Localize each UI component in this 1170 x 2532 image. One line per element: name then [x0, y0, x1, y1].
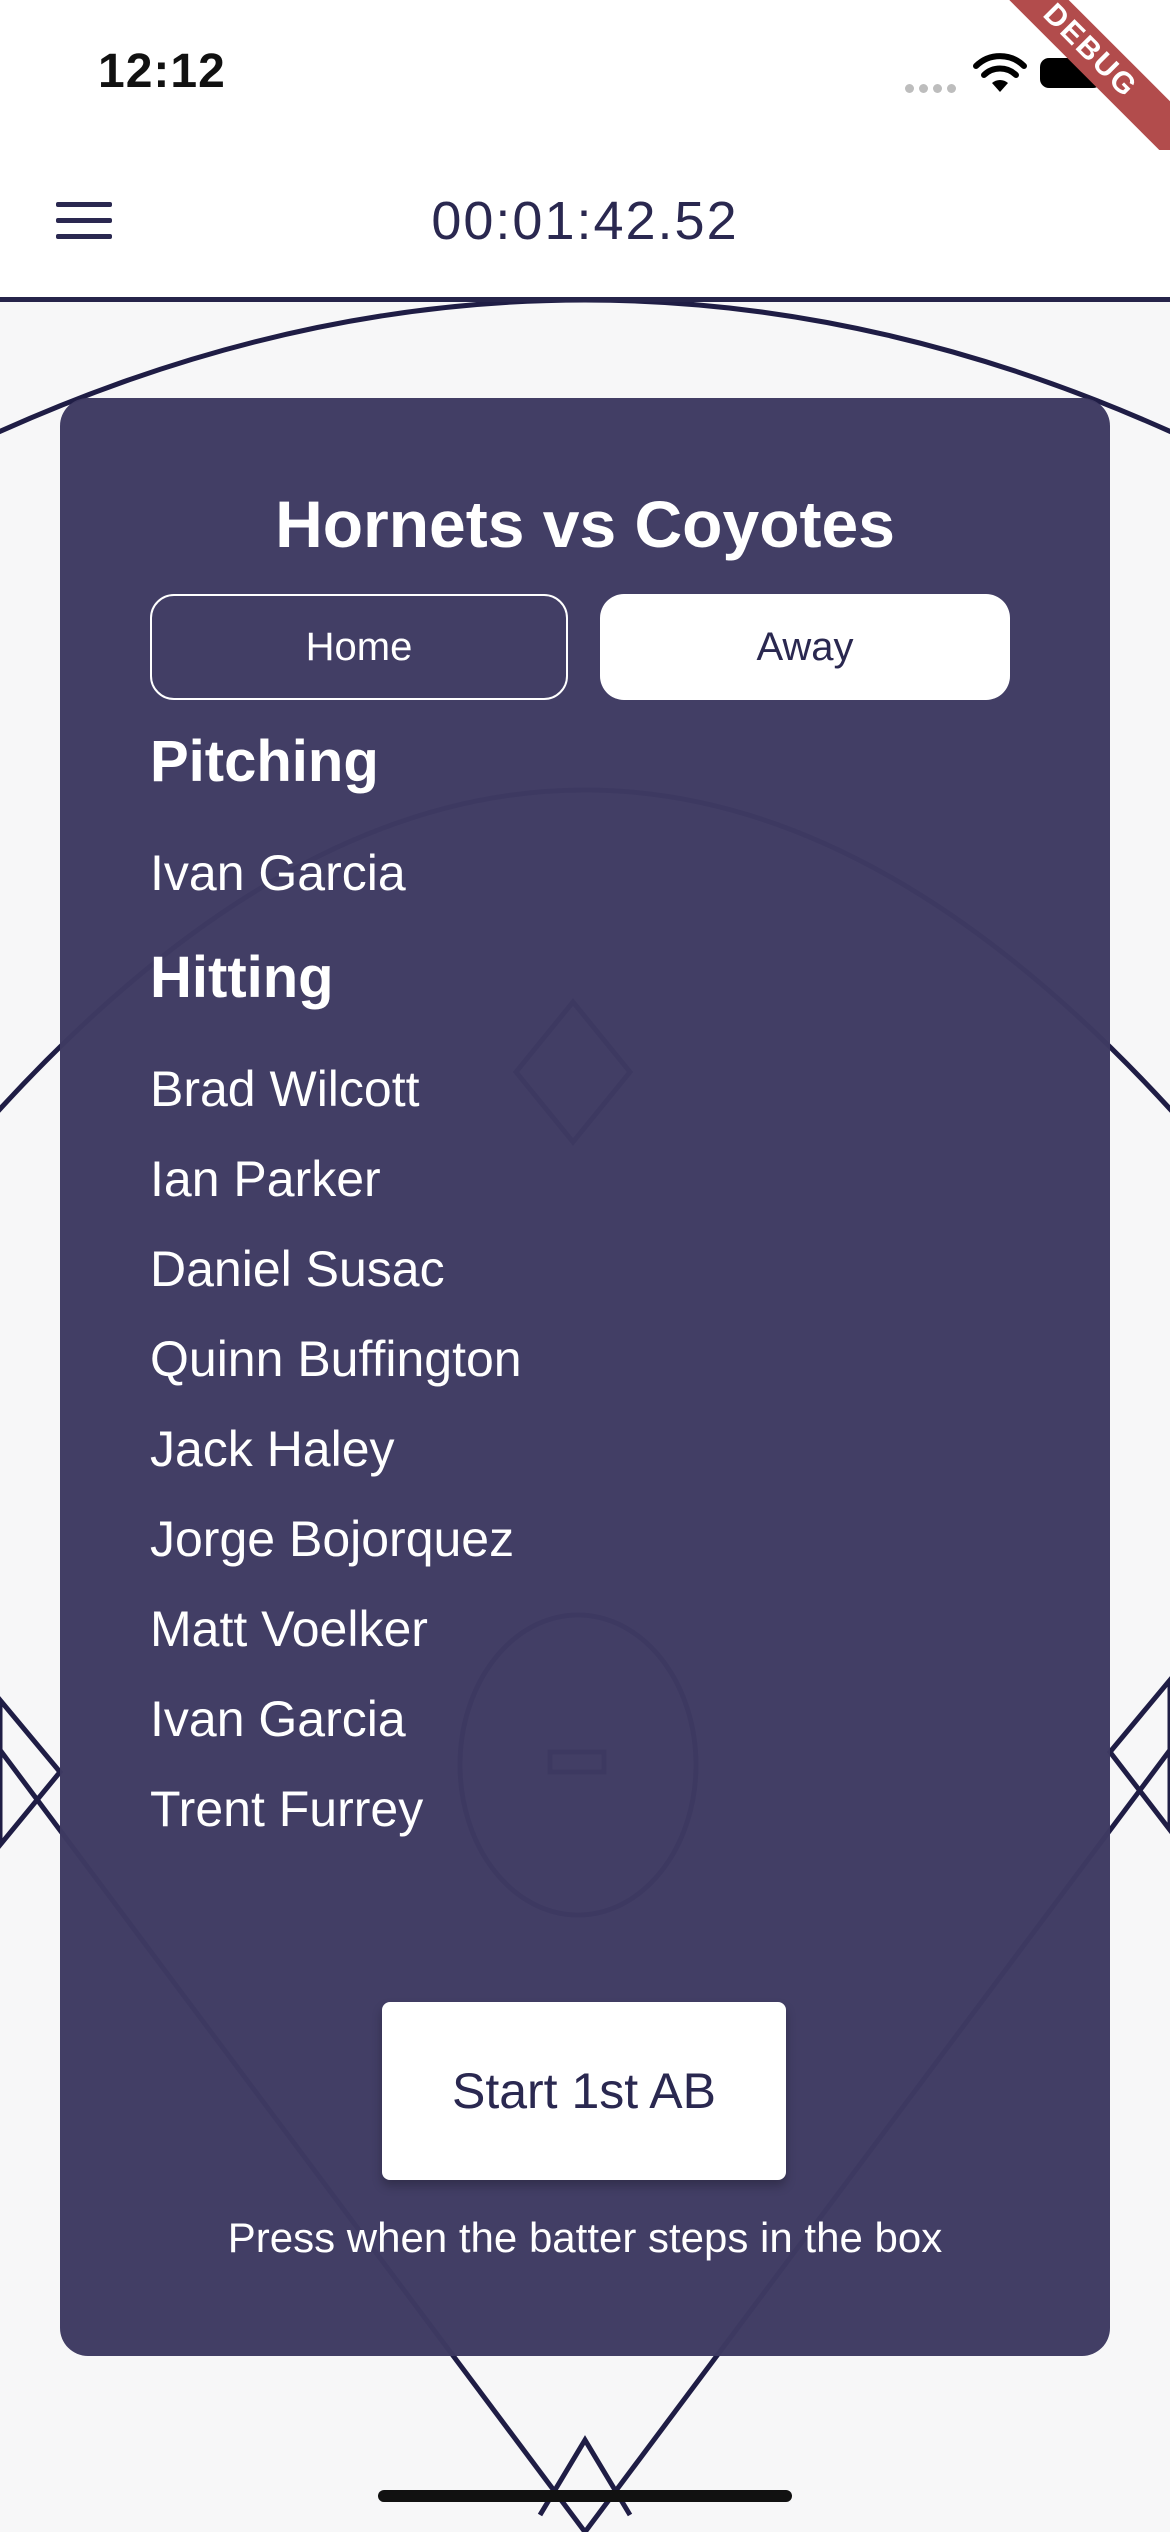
hitter-name: Brad Wilcott: [150, 1061, 420, 1117]
tab-home[interactable]: Home: [150, 594, 568, 700]
lineup-card: Hornets vs Coyotes Home Away Pitching Iv…: [60, 398, 1110, 2356]
hitter-name: Jack Haley: [150, 1421, 395, 1477]
hitter-name: Daniel Susac: [150, 1241, 445, 1297]
game-timer: 00:01:42.52: [431, 191, 739, 251]
hitter-name: Matt Voelker: [150, 1601, 428, 1657]
hitting-heading: Hitting: [150, 945, 334, 1010]
app-bar: 00:01:42.52: [0, 150, 1170, 302]
hitter-name: Quinn Buffington: [150, 1331, 522, 1387]
home-indicator[interactable]: [378, 2490, 792, 2502]
pitching-heading: Pitching: [150, 729, 379, 794]
wifi-icon: [973, 53, 1027, 92]
hitter-name: Ian Parker: [150, 1151, 381, 1207]
tab-away[interactable]: Away: [600, 594, 1010, 700]
status-bar: 12:12: [0, 0, 1170, 150]
cellular-signal-icon: [905, 80, 961, 98]
home-plate-area: [537, 2435, 633, 2517]
hitter-name: Jorge Bojorquez: [150, 1511, 515, 1567]
start-hint-text: Press when the batter steps in the box: [227, 2214, 943, 2261]
status-time: 12:12: [98, 45, 226, 98]
pitcher-name: Ivan Garcia: [150, 845, 406, 901]
third-base: [0, 1696, 64, 1849]
first-base: [1106, 1676, 1170, 1835]
hitter-name: Ivan Garcia: [150, 1691, 406, 1747]
start-at-bat-button[interactable]: Start 1st AB: [382, 2002, 786, 2180]
hitter-name: Trent Furrey: [150, 1781, 424, 1837]
matchup-title: Hornets vs Coyotes: [275, 487, 895, 561]
